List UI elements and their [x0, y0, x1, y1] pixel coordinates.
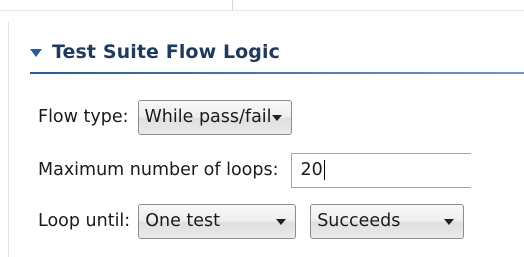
max-loops-label: Maximum number of loops: — [38, 160, 279, 180]
expanded-triangle-icon[interactable] — [30, 49, 42, 57]
max-loops-row: Maximum number of loops: 20 — [38, 151, 472, 189]
loop-until-target-value: One test — [145, 211, 221, 231]
dropdown-arrow-icon — [271, 114, 282, 121]
section-header-toggle[interactable]: Test Suite Flow Logic — [30, 38, 280, 66]
loop-until-label: Loop until: — [38, 211, 131, 231]
loop-until-target-dropdown[interactable]: One test — [138, 203, 297, 239]
section-header-underline — [30, 72, 524, 74]
flow-logic-panel: Test Suite Flow Logic Flow type: While p… — [0, 0, 524, 257]
dropdown-arrow-icon — [444, 218, 455, 225]
dropdown-arrow-icon — [276, 218, 287, 225]
flow-type-dropdown[interactable]: While pass/fail — [137, 99, 292, 135]
max-loops-value: 20 — [300, 160, 323, 180]
flow-type-selected-value: While pass/fail — [144, 107, 272, 127]
section-title: Test Suite Flow Logic — [52, 41, 280, 63]
left-border — [8, 22, 9, 257]
flow-type-row: Flow type: While pass/fail — [38, 98, 292, 136]
top-divider — [0, 10, 524, 11]
flow-type-label: Flow type: — [38, 107, 129, 127]
max-loops-input[interactable]: 20 — [291, 152, 472, 188]
loop-until-condition-value: Succeeds — [317, 211, 401, 231]
loop-until-condition-dropdown[interactable]: Succeeds — [310, 203, 465, 239]
text-caret — [323, 160, 325, 180]
column-separator — [232, 0, 233, 10]
loop-until-row: Loop until: One test Succeeds — [38, 202, 465, 240]
